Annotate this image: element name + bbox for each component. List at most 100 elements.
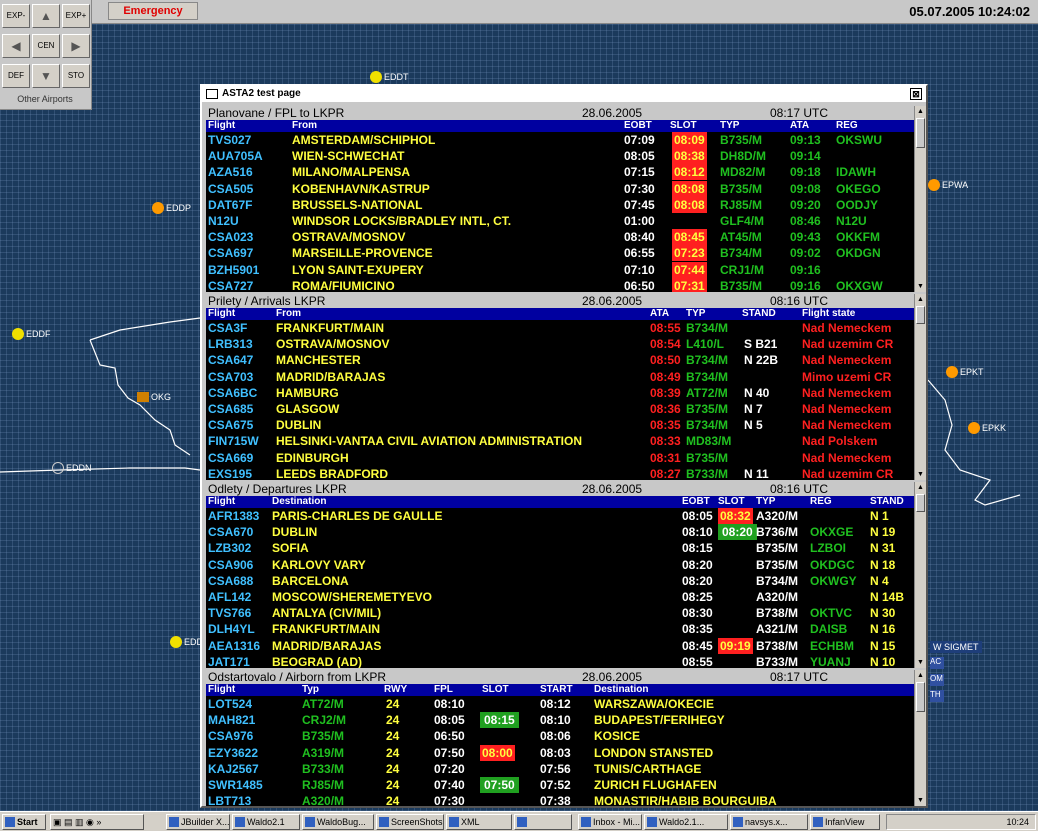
table-row[interactable]: CSA727 ROMA/FIUMICINO 06:50 07:31 B735/M 09:1… <box>206 277 914 292</box>
table-row[interactable]: FIN715W HELSINKI-VANTAA CIVIL AVIATION AD… <box>206 433 914 449</box>
table-row[interactable]: AUA705A WIEN-SCHWECHAT 08:05 08:38 DH8D/M 09:… <box>206 148 914 165</box>
table-row[interactable]: DAT67F BRUSSELS-NATIONAL 07:45 08:08 RJ85/M 0… <box>206 196 914 213</box>
table-row[interactable]: SWR1485 RJ85/M 24 07:40 07:50 07:52 ZURICH FLU… <box>206 776 914 793</box>
table-row[interactable]: CSA697 MARSEILLE-PROVENCE 06:55 07:23 B734/M… <box>206 245 914 262</box>
col-slot[interactable]: SLOT <box>482 684 509 696</box>
window-title-bar[interactable]: ASTA2 test page ⊠ <box>202 86 926 102</box>
table-row[interactable]: CSA647 MANCHESTER 08:50 B734/M N 22B Nad Neme… <box>206 352 914 368</box>
airport-marker[interactable]: EDDF <box>12 328 51 340</box>
quick-launch[interactable]: ▣ ▤ ▥ ◉ » <box>50 814 144 830</box>
col-slot[interactable]: SLOT <box>718 496 745 508</box>
taskbar-button[interactable]: ScreenShots <box>376 814 444 830</box>
airport-marker[interactable]: OKG <box>137 392 171 402</box>
col-flight[interactable]: Flight <box>208 120 235 132</box>
taskbar-button[interactable]: Waldo2.1 <box>232 814 300 830</box>
scroll-down-icon[interactable]: ▼ <box>916 470 925 479</box>
sigmet-label[interactable]: W SIGMET <box>930 641 982 653</box>
start-button[interactable]: Start <box>2 814 46 830</box>
col-eobt[interactable]: EOBT <box>624 120 652 132</box>
col-typ[interactable]: TYP <box>756 496 775 508</box>
taskbar-button[interactable] <box>514 814 572 830</box>
col-ata[interactable]: ATA <box>790 120 809 132</box>
airborne-scrollbar[interactable]: ▲ ▼ <box>914 670 926 806</box>
table-row[interactable]: LOT524 AT72/M 24 08:10 08:12 WARSZAWA/OKECIE <box>206 696 914 712</box>
airport-marker[interactable]: EDD <box>170 636 203 648</box>
col-state[interactable]: Flight state <box>802 308 855 320</box>
col-destination[interactable]: Destination <box>272 496 326 508</box>
taskbar-button[interactable]: XML <box>446 814 512 830</box>
sigmet-tag[interactable]: AC <box>930 657 944 669</box>
col-typ[interactable]: TYP <box>686 308 705 320</box>
scroll-thumb[interactable] <box>916 118 925 148</box>
close-icon[interactable]: ⊠ <box>910 88 922 100</box>
airport-marker[interactable]: EDDT <box>370 71 409 83</box>
airport-marker[interactable]: EPKK <box>968 422 1006 434</box>
pan-right-button[interactable]: ▶ <box>62 34 90 58</box>
table-row[interactable]: AFL142 MOSCOW/SHEREMETYEVO 08:25 A320/M N 14… <box>206 589 914 605</box>
scroll-up-icon[interactable]: ▲ <box>916 107 925 116</box>
arrivals-scrollbar[interactable]: ▲ ▼ <box>914 294 926 480</box>
scroll-up-icon[interactable]: ▲ <box>916 483 925 492</box>
table-row[interactable]: CSA906 KARLOVY VARY 08:20 B735/M OKDGC N 18 <box>206 557 914 573</box>
table-row[interactable]: CSA976 B735/M 24 06:50 08:06 KOSICE <box>206 728 914 744</box>
table-row[interactable]: TVS027 AMSTERDAM/SCHIPHOL 07:09 08:09 B735/M… <box>206 132 914 148</box>
center-button[interactable]: CEN <box>32 34 60 58</box>
taskbar-button[interactable]: InfanView <box>810 814 880 830</box>
store-button[interactable]: STO <box>62 64 90 88</box>
sigmet-tag[interactable]: OM <box>930 674 944 686</box>
airport-marker[interactable]: EPWA <box>928 179 968 191</box>
col-start[interactable]: START <box>540 684 573 696</box>
scroll-thumb[interactable] <box>916 682 925 712</box>
col-flight[interactable]: Flight <box>208 684 235 696</box>
table-row[interactable]: LRB313 OSTRAVA/MOSNOV 08:54 L410/L S B21 Nad … <box>206 336 914 352</box>
airport-marker[interactable]: EDDN <box>52 462 92 474</box>
col-reg[interactable]: REG <box>836 120 858 132</box>
scroll-up-icon[interactable]: ▲ <box>916 671 925 680</box>
fpl-scrollbar[interactable]: ▲ ▼ <box>914 106 926 292</box>
col-stand[interactable]: STAND <box>870 496 904 508</box>
table-row[interactable]: EXS195 LEEDS BRADFORD 08:27 B733/M N 11 Nad u… <box>206 466 914 480</box>
table-row[interactable]: MAH821 CRJ2/M 24 08:05 08:15 08:10 BUDAPEST/FE… <box>206 712 914 729</box>
table-row[interactable]: JAT171 BEOGRAD (AD) 08:55 B733/M YUANJ N 10 <box>206 654 914 668</box>
col-fpl[interactable]: FPL <box>434 684 453 696</box>
scroll-down-icon[interactable]: ▼ <box>916 658 925 667</box>
table-row[interactable]: AZA516 MILANO/MALPENSA 07:15 08:12 MD82/M 09:… <box>206 164 914 181</box>
table-row[interactable]: CSA669 EDINBURGH 08:31 B735/M Nad Nemeckem <box>206 450 914 466</box>
scroll-up-icon[interactable]: ▲ <box>916 295 925 304</box>
other-airports-button[interactable]: Other Airports <box>2 94 88 108</box>
emergency-button[interactable]: Emergency <box>108 2 198 20</box>
table-row[interactable]: KAJ2567 B733/M 24 07:20 07:56 TUNIS/CARTHAGE <box>206 761 914 777</box>
airport-marker[interactable]: EDDP <box>152 202 191 214</box>
taskbar-button[interactable]: navsys.x... <box>730 814 808 830</box>
scroll-thumb[interactable] <box>916 306 925 324</box>
pan-left-button[interactable]: ◀ <box>2 34 30 58</box>
col-flight[interactable]: Flight <box>208 496 235 508</box>
airport-marker[interactable]: EPKT <box>946 366 984 378</box>
table-row[interactable]: CSA3F FRANKFURT/MAIN 08:55 B734/M Nad Nemeck… <box>206 320 914 336</box>
table-row[interactable]: CSA685 GLASGOW 08:36 B735/M N 7 Nad Nemeckem <box>206 401 914 417</box>
table-row[interactable]: BZH5901 LYON SAINT-EXUPERY 07:10 07:44 CRJ1/… <box>206 261 914 278</box>
table-row[interactable]: CSA688 BARCELONA 08:20 B734/M OKWGY N 4 <box>206 573 914 589</box>
col-eobt[interactable]: EOBT <box>682 496 710 508</box>
col-rwy[interactable]: RWY <box>384 684 407 696</box>
table-row[interactable]: AEA1316 MADRID/BARAJAS 08:45 09:19 B738/M ECH… <box>206 637 914 654</box>
pan-down-button[interactable]: ▼ <box>32 64 60 88</box>
col-typ[interactable]: Typ <box>302 684 319 696</box>
table-row[interactable]: N12U WINDSOR LOCKS/BRADLEY INTL, CT. 01:00… <box>206 213 914 229</box>
table-row[interactable]: CSA675 DUBLIN 08:35 B734/M N 5 Nad Nemeckem <box>206 417 914 433</box>
expand-plus-button[interactable]: EXP+ <box>62 4 90 28</box>
table-row[interactable]: AFR1383 PARIS-CHARLES DE GAULLE 08:05 08:32… <box>206 508 914 524</box>
col-slot[interactable]: SLOT <box>670 120 697 132</box>
col-from[interactable]: From <box>276 308 301 320</box>
table-row[interactable]: EZY3622 A319/M 24 07:50 08:00 08:03 LONDON STA… <box>206 744 914 761</box>
scroll-down-icon[interactable]: ▼ <box>916 282 925 291</box>
col-stand[interactable]: STAND <box>742 308 776 320</box>
taskbar-button[interactable]: JBuilder X... <box>166 814 230 830</box>
table-row[interactable]: LZB302 SOFIA 08:15 B735/M LZBOI N 31 <box>206 540 914 556</box>
taskbar-button[interactable]: Waldo2.1... <box>644 814 728 830</box>
col-typ[interactable]: TYP <box>720 120 739 132</box>
scroll-thumb[interactable] <box>916 494 925 512</box>
expand-minus-button[interactable]: EXP- <box>2 4 30 28</box>
taskbar-button[interactable]: WaldoBug... <box>302 814 374 830</box>
table-row[interactable]: TVS766 ANTALYA (CIV/MIL) 08:30 B738/M OKTVC N… <box>206 605 914 621</box>
